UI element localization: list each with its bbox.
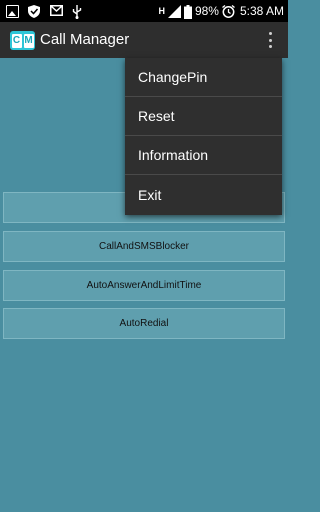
notification-icons bbox=[6, 3, 85, 19]
status-time: 5:38 AM bbox=[239, 4, 284, 18]
logo-letter-m: M bbox=[23, 33, 34, 48]
picture-icon bbox=[6, 4, 19, 18]
battery-icon bbox=[183, 4, 192, 19]
menu-item-information[interactable]: Information bbox=[125, 136, 282, 175]
overflow-dot bbox=[268, 38, 272, 42]
action-bar: C M Call Manager bbox=[0, 22, 288, 58]
network-type: H bbox=[158, 6, 165, 16]
menu-item-reset[interactable]: Reset bbox=[125, 97, 282, 136]
auto-answer-and-limit-time-button[interactable]: AutoAnswerAndLimitTime bbox=[3, 270, 285, 301]
app-title: Call Manager bbox=[40, 31, 130, 48]
logo-letter-c: C bbox=[11, 33, 22, 48]
overflow-dot bbox=[268, 45, 272, 48]
alarm-icon bbox=[222, 4, 235, 18]
app-logo-icon: C M bbox=[10, 31, 35, 50]
usb-icon bbox=[72, 4, 85, 19]
overflow-menu: ChangePin Reset Information Exit bbox=[125, 58, 282, 215]
call-and-sms-blocker-button[interactable]: CallAndSMSBlocker bbox=[3, 231, 285, 262]
more-vert-icon[interactable] bbox=[266, 30, 274, 50]
menu-item-exit[interactable]: Exit bbox=[125, 175, 282, 214]
overflow-dot bbox=[268, 32, 272, 35]
system-status: H 98% 5:38 AM bbox=[158, 0, 284, 22]
menu-item-change-pin[interactable]: ChangePin bbox=[125, 58, 282, 97]
shield-icon bbox=[28, 4, 41, 18]
status-bar: H 98% 5:38 AM bbox=[0, 0, 288, 22]
auto-redial-button[interactable]: AutoRedial bbox=[3, 308, 285, 339]
battery-percent: 98% bbox=[194, 4, 219, 18]
signal-icon bbox=[167, 4, 181, 18]
mail-icon bbox=[50, 4, 63, 18]
